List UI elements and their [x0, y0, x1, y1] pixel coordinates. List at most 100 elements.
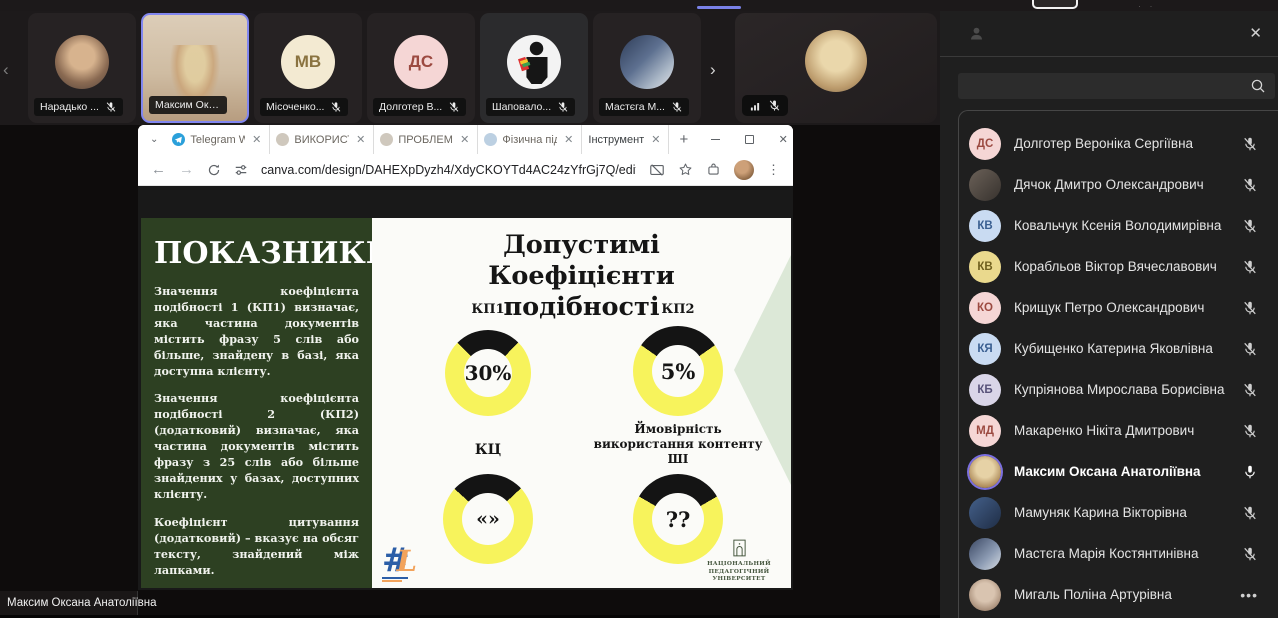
donut-chart: 30%: [445, 330, 531, 416]
participant-row[interactable]: КО Крищук Петро Олександрович: [959, 287, 1278, 328]
tab-fizychna[interactable]: Фізична під ✕: [478, 125, 582, 154]
tab-favicon: [380, 133, 393, 146]
tab-close-icon[interactable]: ✕: [649, 133, 662, 146]
panel-close-icon[interactable]: ✕: [1249, 24, 1262, 42]
participant-name: Корабльов Віктор Вячеславович: [1014, 259, 1229, 274]
tab-close-icon[interactable]: ✕: [354, 133, 367, 146]
extensions-icon[interactable]: [706, 162, 721, 177]
tab-title: ВИКОРИСТ: [294, 134, 349, 146]
tab-problemy[interactable]: ПРОБЛЕМИ ✕: [374, 125, 478, 154]
signal-bars-icon: [749, 100, 761, 112]
avatar-initials: КБ: [969, 374, 1001, 406]
chevron-left-icon[interactable]: ‹: [3, 61, 9, 78]
browser-addressbar: ← → canva.com/design/DAHEXpDyzh4/XdyCKOY…: [138, 154, 793, 186]
teams-meeting-window: · · ‹ Нарадько ... Максим Оксан... МВ Мі…: [0, 0, 1278, 618]
participant-row[interactable]: МД Макаренко Нікіта Дмитрович: [959, 410, 1278, 451]
mic-muted-icon: [448, 101, 460, 113]
video-tile[interactable]: Мастєга М...: [593, 13, 701, 123]
leave-button-sliver[interactable]: [1032, 0, 1078, 9]
participant-row[interactable]: Мигаль Поліна Артурівна •••: [959, 574, 1278, 615]
video-tile[interactable]: ДС Долготер В...: [367, 13, 475, 123]
new-tab-button[interactable]: +: [669, 131, 698, 148]
tab-close-icon[interactable]: ✕: [562, 133, 575, 146]
avatar-initials: КВ: [969, 251, 1001, 283]
video-tile[interactable]: Нарадько ...: [28, 13, 136, 123]
mic-on-icon: [1242, 464, 1258, 480]
donut-chart: 5%: [633, 326, 723, 416]
gauge-label: КЦ: [475, 442, 501, 460]
participant-search-box: [958, 73, 1275, 99]
participant-name: Мигаль Поліна Артурівна: [1014, 587, 1227, 602]
tile-name: Місоченко...: [266, 101, 324, 113]
participant-row[interactable]: КБ Купріянова Мирослава Борисівна: [959, 369, 1278, 410]
gauge-value: 30%: [464, 349, 512, 397]
participant-name: Ковальчук Ксенія Володимирівна: [1014, 218, 1229, 233]
close-button[interactable]: ✕: [766, 125, 793, 154]
maximize-button[interactable]: [732, 125, 766, 154]
tab-favicon: [276, 133, 289, 146]
screen-share-stage: ⌄ Telegram W ✕ ВИКОРИСТ ✕ ПРОБЛЕМИ ✕: [0, 125, 940, 618]
gauge-label: КП2: [661, 302, 694, 318]
reload-icon[interactable]: [207, 163, 221, 177]
site-settings-icon[interactable]: [234, 163, 248, 177]
menu-dots-icon[interactable]: ⋮: [767, 163, 780, 176]
presentation-slide: ПОКАЗНИКИ Значення коефіцієнта подібност…: [141, 218, 791, 588]
browser-tabbar: ⌄ Telegram W ✕ ВИКОРИСТ ✕ ПРОБЛЕМИ ✕: [138, 125, 793, 154]
participant-row[interactable]: ДС Долготер Вероніка Сергіївна: [959, 123, 1278, 164]
participant-row[interactable]: Мастєга Марія Костянтинівна: [959, 533, 1278, 574]
browser-window-controls: ✕: [698, 125, 793, 154]
cast-off-icon[interactable]: [649, 162, 665, 178]
chevron-right-icon[interactable]: ›: [710, 61, 716, 78]
tab-telegram[interactable]: Telegram W ✕: [166, 125, 270, 154]
participant-name: Мамуняк Карина Вікторівна: [1014, 505, 1229, 520]
participant-row[interactable]: Мамуняк Карина Вікторівна: [959, 492, 1278, 533]
more-options-icon[interactable]: •••: [1240, 587, 1258, 603]
university-name: УНІВЕРСИТЕТ: [692, 576, 786, 584]
slide-left-panel: ПОКАЗНИКИ Значення коефіцієнта подібност…: [141, 218, 372, 588]
video-tile[interactable]: МВ Місоченко...: [254, 13, 362, 123]
mic-muted-icon: [1242, 136, 1258, 152]
participant-list: ДС Долготер Вероніка Сергіївна Дячок Дми…: [958, 110, 1278, 618]
telegram-icon: [172, 133, 185, 146]
tab-title: ПРОБЛЕМИ: [398, 134, 453, 146]
avatar: [55, 35, 109, 89]
participant-name: Дячок Дмитро Олександрович: [1014, 177, 1229, 192]
tab-close-icon[interactable]: ✕: [458, 133, 471, 146]
mic-muted-icon: [1242, 505, 1258, 521]
video-tile-large[interactable]: [735, 13, 937, 123]
video-tile[interactable]: Шаповало...: [480, 13, 588, 123]
tab-vykoryst[interactable]: ВИКОРИСТ ✕: [270, 125, 374, 154]
url-text[interactable]: canva.com/design/DAHEXpDyzh4/XdyCKOYTd4A…: [261, 163, 636, 177]
people-icon: [968, 25, 985, 42]
video-tile-active-speaker[interactable]: Максим Оксан...: [141, 13, 249, 123]
university-logo: НАЦІОНАЛЬНИЙ ПЕДАГОГІЧНИЙ УНІВЕРСИТЕТ: [692, 539, 786, 584]
mic-muted-icon: [557, 101, 569, 113]
bookmark-star-icon[interactable]: [678, 162, 693, 177]
tab-title: Telegram W: [190, 134, 245, 146]
avatar: [620, 35, 674, 89]
mic-muted-icon: [1242, 300, 1258, 316]
gauge-kts: КЦ «»: [413, 442, 563, 564]
teams-titlebar: · ·: [0, 0, 1278, 11]
mic-muted-icon: [768, 99, 781, 112]
participant-row[interactable]: КВ Корабльов Віктор Вячеславович: [959, 246, 1278, 287]
presenter-name-label: Максим Оксана Анатоліївна: [0, 591, 138, 615]
titlebar-dots: · ·: [1138, 1, 1156, 11]
participant-row[interactable]: КЯ Кубищенко Катерина Яковлівна: [959, 328, 1278, 369]
profile-avatar[interactable]: [734, 160, 754, 180]
minimize-button[interactable]: [698, 125, 732, 154]
search-input[interactable]: [958, 73, 1275, 99]
participant-row[interactable]: КВ Ковальчук Ксенія Володимирівна: [959, 205, 1278, 246]
tab-instrument-active[interactable]: Інструмент ✕: [582, 125, 669, 154]
participant-row[interactable]: Дячок Дмитро Олександрович: [959, 164, 1278, 205]
tile-name: Долготер В...: [379, 101, 442, 113]
back-icon[interactable]: ←: [151, 162, 166, 177]
tab-close-icon[interactable]: ✕: [250, 133, 263, 146]
gauge-kp2: КП2 5%: [603, 302, 753, 416]
forward-icon[interactable]: →: [179, 162, 194, 177]
avatar-initials: КВ: [969, 210, 1001, 242]
participant-row-active-speaker[interactable]: Максим Оксана Анатоліївна: [959, 451, 1278, 492]
avatar-initials: КО: [969, 292, 1001, 324]
participant-filmstrip: ‹ Нарадько ... Максим Оксан... МВ Місоче…: [0, 11, 940, 125]
tab-search-caret-icon[interactable]: ⌄: [138, 134, 166, 145]
